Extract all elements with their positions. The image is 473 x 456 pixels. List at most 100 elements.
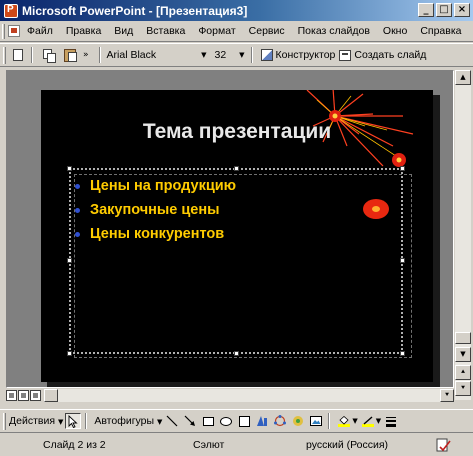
chevron-down-icon: ▼ — [156, 418, 163, 426]
clipart-tool[interactable] — [290, 413, 306, 429]
window-controls: _ □ × — [418, 3, 470, 17]
chevron-down-icon[interactable]: ▼ — [376, 417, 381, 425]
resize-handle-s[interactable] — [234, 351, 239, 356]
slide-workspace[interactable]: Тема презентации Цены на продукцию Закуп… — [6, 70, 454, 388]
actions-menu[interactable]: Действия ▼ — [9, 415, 63, 427]
menu-insert[interactable]: Вставка — [140, 25, 192, 37]
toolbar-grip[interactable] — [3, 412, 6, 430]
new-slide-label: Создать слайд — [354, 49, 427, 61]
bullet-item[interactable]: Цены на продукцию — [75, 174, 236, 198]
resize-handle-n[interactable] — [234, 166, 239, 171]
powerpoint-app-icon[interactable] — [4, 3, 18, 18]
scroll-up-button[interactable]: ▲ — [455, 70, 471, 85]
line-tool[interactable] — [164, 413, 180, 429]
arrow-icon — [184, 415, 196, 426]
next-slide-button[interactable]: ⯆ — [455, 381, 471, 396]
sorter-view-button[interactable] — [18, 389, 29, 401]
oval-tool[interactable] — [218, 413, 234, 429]
oval-icon — [220, 416, 233, 426]
resize-handle-sw[interactable] — [67, 351, 72, 356]
resize-handle-nw[interactable] — [67, 166, 72, 171]
drawing-toolbar: Действия ▼ Автофигуры ▼ ▼ ▼ — [0, 409, 473, 433]
toolbar-separator — [250, 47, 253, 63]
menu-format[interactable]: Формат — [192, 25, 242, 37]
font-name-dropdown[interactable]: Arial Black ▼ — [105, 47, 209, 63]
close-button[interactable]: × — [454, 3, 470, 17]
new-button[interactable] — [9, 46, 27, 64]
line-icon — [166, 415, 178, 427]
hscroll-thumb[interactable] — [44, 388, 58, 402]
status-slide-number: Слайд 2 из 2 — [43, 439, 106, 451]
maximize-button[interactable]: □ — [436, 3, 452, 17]
menu-help[interactable]: Справка — [414, 25, 468, 37]
design-icon — [260, 49, 273, 61]
menu-tools[interactable]: Сервис — [243, 25, 292, 37]
toolbar-grip[interactable] — [3, 46, 6, 64]
new-slide-icon — [339, 49, 352, 61]
horizontal-scrollbar[interactable]: ⯆ — [44, 388, 454, 402]
font-size-dropdown[interactable]: 32 ▼ — [213, 47, 247, 63]
paste-button[interactable] — [61, 46, 79, 64]
chevron-down-icon: ▼ — [201, 51, 207, 59]
line-color-icon — [361, 415, 374, 427]
menu-view[interactable]: Вид — [108, 25, 140, 37]
bullet-marker — [75, 231, 80, 237]
toolbar-separator — [98, 47, 101, 63]
design-button[interactable]: Конструктор — [260, 49, 335, 61]
bullet-marker — [75, 183, 80, 189]
menu-edit[interactable]: Правка — [60, 25, 108, 37]
line-style-button[interactable] — [383, 413, 399, 429]
minimize-button[interactable]: _ — [418, 3, 434, 17]
menu-bar: Файл Правка Вид Вставка Формат Сервис По… — [0, 21, 473, 42]
chevron-down-icon[interactable]: ▼ — [352, 417, 357, 425]
bullet-item[interactable]: Закупочные цены — [75, 198, 236, 222]
previous-slide-button[interactable]: ⯅ — [455, 365, 471, 380]
line-color-button[interactable] — [360, 413, 376, 429]
status-language[interactable]: русский (Россия) — [306, 439, 388, 451]
chevron-down-icon: ▼ — [239, 51, 245, 59]
document-icon[interactable] — [8, 25, 20, 37]
resize-handle-se[interactable] — [400, 351, 405, 356]
arrow-tool[interactable] — [182, 413, 198, 429]
menu-grip[interactable] — [2, 23, 5, 39]
menu-slideshow[interactable]: Показ слайдов — [292, 25, 377, 37]
bullet-list[interactable]: Цены на продукцию Закупочные цены Цены к… — [75, 174, 236, 246]
wordart-tool[interactable] — [254, 413, 270, 429]
diagram-icon — [274, 415, 287, 427]
normal-view-button[interactable] — [6, 389, 17, 401]
copy-button[interactable] — [40, 46, 58, 64]
picture-tool[interactable] — [308, 413, 324, 429]
scroll-right-button[interactable]: ⯆ — [440, 388, 454, 402]
toolbar-separator — [31, 47, 33, 63]
scroll-down-button[interactable]: ▼ — [455, 347, 471, 362]
vertical-scrollbar[interactable]: ▲ ▼ ⯅ ⯆ — [455, 70, 471, 400]
spelling-status-icon[interactable] — [436, 438, 452, 452]
menu-window[interactable]: Окно — [377, 25, 414, 37]
font-size-value: 32 — [214, 49, 227, 61]
resize-handle-e[interactable] — [400, 258, 405, 263]
slideshow-view-button[interactable] — [30, 389, 41, 401]
resize-handle-w[interactable] — [67, 258, 72, 263]
view-bar: ⯆ — [6, 388, 454, 402]
new-document-icon — [13, 49, 23, 61]
pointer-tool[interactable] — [65, 413, 82, 429]
clipart-icon — [293, 416, 304, 426]
slide-title[interactable]: Тема презентации — [41, 120, 433, 144]
textbox-tool[interactable] — [236, 413, 252, 429]
more-buttons-chevron[interactable]: » — [83, 50, 89, 60]
toolbar-separator — [328, 413, 331, 429]
resize-handle-ne[interactable] — [400, 166, 405, 171]
autoshapes-label: Автофигуры — [94, 415, 155, 427]
scroll-thumb[interactable] — [455, 332, 471, 344]
bullet-item[interactable]: Цены конкурентов — [75, 222, 236, 246]
bullet-text: Цены на продукцию — [90, 178, 237, 194]
rectangle-tool[interactable] — [200, 413, 216, 429]
menu-file[interactable]: Файл — [20, 25, 60, 37]
new-slide-button[interactable]: Создать слайд — [339, 49, 426, 61]
fill-color-button[interactable] — [336, 413, 352, 429]
autoshapes-menu[interactable]: Автофигуры ▼ — [94, 415, 162, 427]
diagram-tool[interactable] — [272, 413, 288, 429]
slide-canvas[interactable]: Тема презентации Цены на продукцию Закуп… — [41, 90, 433, 382]
font-name-value: Arial Black — [106, 49, 157, 61]
picture-icon — [310, 416, 323, 426]
